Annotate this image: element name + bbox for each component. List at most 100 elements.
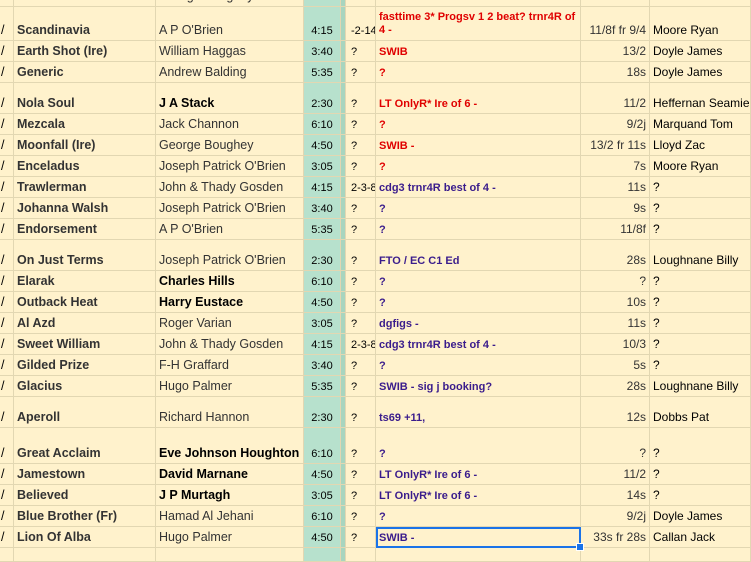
form-cell[interactable]: ?: [346, 135, 376, 156]
trainer-cell[interactable]: Joseph Patrick O'Brien: [156, 198, 304, 219]
trainer-cell[interactable]: Harry Eustace: [156, 292, 304, 313]
race-time-cell[interactable]: 4:50: [304, 464, 341, 485]
note-cell[interactable]: LT OnlyR* Ire of 6 -: [376, 83, 581, 114]
race-time-cell[interactable]: 3:05: [304, 485, 341, 506]
jockey-cell[interactable]: ?: [650, 355, 751, 376]
race-time-cell[interactable]: 5:35: [304, 376, 341, 397]
price-cell[interactable]: 28s: [581, 376, 650, 397]
form-cell[interactable]: ?: [346, 0, 376, 7]
price-cell[interactable]: 10/3: [581, 334, 650, 355]
race-time-cell[interactable]: 3:40: [304, 355, 341, 376]
horse-name-cell[interactable]: Waterford Castle: [14, 0, 156, 7]
horse-name-cell[interactable]: Generic: [14, 62, 156, 83]
row-marker-cell[interactable]: /: [0, 334, 14, 355]
trainer-cell[interactable]: J P Murtagh: [156, 485, 304, 506]
price-cell[interactable]: 14s: [581, 485, 650, 506]
trainer-cell[interactable]: Joseph Patrick O'Brien: [156, 156, 304, 177]
row-marker-cell[interactable]: /: [0, 219, 14, 240]
trainer-cell[interactable]: Jack Channon: [156, 114, 304, 135]
price-cell[interactable]: 9s: [581, 198, 650, 219]
trainer-cell[interactable]: Hugo Palmer: [156, 376, 304, 397]
price-cell[interactable]: 12s: [581, 397, 650, 428]
note-cell[interactable]: fasttime 3* Progsv 1 2 beat? trnr4R of 4…: [376, 7, 581, 41]
race-time-cell[interactable]: 4:50: [304, 292, 341, 313]
form-cell[interactable]: ?: [346, 355, 376, 376]
note-cell[interactable]: cdg3 trnr4R best of 4 -: [376, 177, 581, 198]
race-time-cell[interactable]: 2:30: [304, 240, 341, 271]
form-cell[interactable]: ?: [346, 506, 376, 527]
race-time-cell[interactable]: 6:10: [304, 114, 341, 135]
race-time-cell[interactable]: 4:15: [304, 177, 341, 198]
jockey-cell[interactable]: Doyle James: [650, 62, 751, 83]
horse-name-cell[interactable]: Outback Heat: [14, 292, 156, 313]
jockey-cell[interactable]: Doyle James: [650, 506, 751, 527]
jockey-cell[interactable]: Moore Ryan: [650, 156, 751, 177]
row-marker-cell[interactable]: /: [0, 198, 14, 219]
row-marker-cell[interactable]: /: [0, 271, 14, 292]
price-cell[interactable]: 13/2: [581, 41, 650, 62]
form-cell[interactable]: ?: [346, 485, 376, 506]
race-time-cell[interactable]: 4:15: [304, 334, 341, 355]
trainer-cell[interactable]: Andrew Balding: [156, 62, 304, 83]
row-marker-cell[interactable]: /: [0, 156, 14, 177]
note-cell[interactable]: LT OnlyR* Ire of 6 -: [376, 485, 581, 506]
trainer-cell[interactable]: Hugo Palmer: [156, 527, 304, 548]
note-cell[interactable]: ?: [376, 292, 581, 313]
row-marker-cell[interactable]: /: [0, 135, 14, 156]
note-cell[interactable]: cdg3 trnr4R best of 4 -: [376, 334, 581, 355]
trainer-cell[interactable]: John & Thady Gosden: [156, 177, 304, 198]
note-cell[interactable]: SWIB: [376, 41, 581, 62]
form-cell[interactable]: ?: [346, 527, 376, 548]
form-cell[interactable]: ?: [346, 156, 376, 177]
race-time-cell[interactable]: 6:10: [304, 271, 341, 292]
price-cell[interactable]: ?: [581, 428, 650, 464]
price-cell[interactable]: 5s: [581, 355, 650, 376]
form-cell[interactable]: ?: [346, 464, 376, 485]
horse-name-cell[interactable]: Lion Of Alba: [14, 527, 156, 548]
row-marker-cell[interactable]: /: [0, 464, 14, 485]
horse-name-cell[interactable]: Mezcala: [14, 114, 156, 135]
note-cell[interactable]: ?: [376, 156, 581, 177]
row-marker-cell[interactable]: /: [0, 177, 14, 198]
horse-name-cell[interactable]: Johanna Walsh: [14, 198, 156, 219]
race-time-cell[interactable]: 6:10: [304, 506, 341, 527]
race-time-cell[interactable]: [304, 548, 341, 562]
price-cell[interactable]: 11/2: [581, 464, 650, 485]
form-cell[interactable]: ?: [346, 376, 376, 397]
horse-name-cell[interactable]: On Just Terms: [14, 240, 156, 271]
trainer-cell[interactable]: A P O'Brien: [156, 7, 304, 41]
note-cell[interactable]: [376, 548, 581, 562]
form-cell[interactable]: ?: [346, 292, 376, 313]
note-cell[interactable]: ?: [376, 198, 581, 219]
note-cell[interactable]: ?: [376, 428, 581, 464]
price-cell[interactable]: 33s fr 28s: [581, 527, 650, 548]
note-cell[interactable]: ?: [376, 271, 581, 292]
price-cell[interactable]: 11s: [581, 177, 650, 198]
note-cell[interactable]: ?: [376, 355, 581, 376]
row-marker-cell[interactable]: /: [0, 485, 14, 506]
horse-name-cell[interactable]: Enceladus: [14, 156, 156, 177]
price-cell[interactable]: 13/2 fr 11s: [581, 135, 650, 156]
note-cell[interactable]: ?: [376, 506, 581, 527]
race-time-cell[interactable]: 3:40: [304, 41, 341, 62]
horse-name-cell[interactable]: Blue Brother (Fr): [14, 506, 156, 527]
price-cell[interactable]: 10s: [581, 292, 650, 313]
jockey-cell[interactable]: ?: [650, 313, 751, 334]
form-cell[interactable]: ?: [346, 428, 376, 464]
fill-handle[interactable]: [576, 543, 584, 551]
form-cell[interactable]: ?: [346, 240, 376, 271]
note-cell[interactable]: ?: [376, 219, 581, 240]
trainer-cell[interactable]: Richard Hannon: [156, 397, 304, 428]
race-time-cell[interactable]: 5:35: [304, 62, 341, 83]
row-marker-cell[interactable]: /: [0, 506, 14, 527]
note-cell[interactable]: SWIB - sig j booking?: [376, 376, 581, 397]
trainer-cell[interactable]: F-H Graffard: [156, 355, 304, 376]
row-marker-cell[interactable]: /: [0, 355, 14, 376]
horse-name-cell[interactable]: Scandinavia: [14, 7, 156, 41]
horse-name-cell[interactable]: Believed: [14, 485, 156, 506]
trainer-cell[interactable]: Eve Johnson Houghton: [156, 428, 304, 464]
jockey-cell[interactable]: Doyle James: [650, 41, 751, 62]
trainer-cell[interactable]: Joseph Patrick O'Brien: [156, 240, 304, 271]
horse-name-cell[interactable]: Endorsement: [14, 219, 156, 240]
row-marker-cell[interactable]: /: [0, 7, 14, 41]
